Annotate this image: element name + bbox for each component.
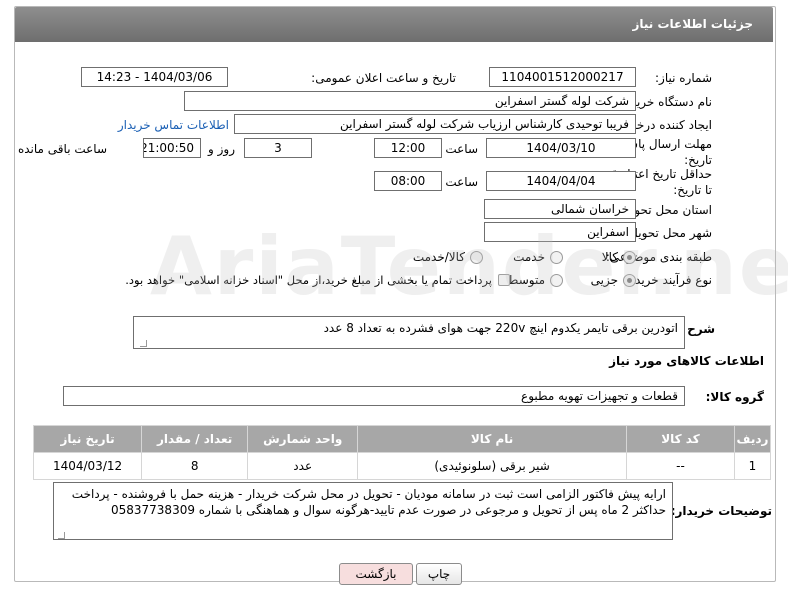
category-label: طبقه بندی موضوعی: [605, 250, 712, 264]
resize-handle-notes[interactable] [58, 532, 65, 539]
city-field: اسفراین [484, 222, 636, 242]
back-button[interactable]: بازگشت [339, 563, 413, 585]
announce-label: تاریخ و ساعت اعلان عمومی: [311, 71, 456, 85]
remaining-time-field: 21:00:50 [143, 138, 201, 158]
need-number-field: 1104001512000217 [489, 67, 636, 87]
goods-group-label: گروه کالا: [705, 390, 764, 404]
items-table: ردیف کد کالا نام کالا واحد شمارش تعداد /… [32, 425, 772, 480]
cell-row-number: 1 [733, 452, 772, 480]
cell-quantity: 8 [141, 452, 249, 480]
col-need-date: تاریخ نیاز [32, 425, 143, 453]
buyer-org-field: شرکت لوله گستر اسفراین [184, 91, 636, 111]
goods-section-title: اطلاعات کالاهای مورد نیاز [609, 354, 764, 368]
buyer-notes-text: ارایه پیش فاکتور الزامی است ثبت در سامان… [71, 487, 666, 517]
category-option-goods-service: کالا/خدمت [412, 250, 465, 264]
validity-time-field: 08:00 [374, 171, 442, 191]
cell-item-code: -- [625, 452, 735, 480]
category-option-goods: کالا [601, 250, 618, 264]
min-validity-label-date: تا تاریخ: [673, 183, 712, 197]
treasury-payment-note: پرداخت تمام یا بخشی از مبلغ خرید،از محل … [125, 273, 492, 287]
panel-header: جزئیات اطلاعات نیاز [15, 7, 773, 42]
treasury-payment-checkbox[interactable] [498, 274, 510, 286]
process-option-minor: جزیی [590, 273, 618, 287]
city-label: شهر محل تحویل: [625, 226, 712, 240]
deadline-label-date: تاریخ: [684, 153, 712, 167]
goods-group-field: قطعات و تجهیزات تهویه مطبوع [63, 386, 685, 406]
process-option-medium: متوسط [507, 273, 545, 287]
province-field: خراسان شمالی [484, 199, 636, 219]
buyer-notes-field: ارایه پیش فاکتور الزامی است ثبت در سامان… [53, 482, 673, 540]
process-radio-minor[interactable] [623, 274, 636, 287]
category-radio-service[interactable] [550, 251, 563, 264]
need-number-label: شماره نیاز: [655, 71, 712, 85]
cell-need-date: 1404/03/12 [32, 452, 143, 480]
remaining-label: ساعت باقی مانده [17, 142, 107, 156]
creator-field: فریبا توحیدی کارشناس ارزیاب شرکت لوله گس… [234, 114, 636, 134]
page-title: جزئیات اطلاعات نیاز [632, 17, 753, 31]
announce-date-field: 1404/03/06 - 14:23 [81, 67, 228, 87]
category-radio-goods-service[interactable] [470, 251, 483, 264]
buyer-notes-label: توضیحات خریدار: [670, 504, 772, 518]
deadline-time-label: ساعت [445, 142, 478, 156]
col-item-code: کد کالا [625, 425, 735, 453]
validity-time-label: ساعت [445, 175, 478, 189]
deadline-date-field: 1404/03/10 [486, 138, 636, 158]
deadline-time-field: 12:00 [374, 138, 442, 158]
col-item-name: نام کالا [357, 425, 627, 453]
col-quantity: تعداد / مقدار [141, 425, 249, 453]
resize-handle-description[interactable] [140, 340, 147, 347]
table-row[interactable]: 1 -- شیر برقی (سلونوئیدی) عدد 8 1404/03/… [32, 452, 772, 480]
description-text: اتودرین برقی تایمر یکدوم اینچ 220v جهت ه… [323, 321, 678, 335]
process-label: نوع فرآیند خرید : [627, 273, 712, 287]
cell-item-name: شیر برقی (سلونوئیدی) [357, 452, 627, 480]
category-option-service: خدمت [513, 250, 545, 264]
days-label: روز و [208, 142, 235, 156]
days-remaining-field: 3 [244, 138, 312, 158]
process-radio-medium[interactable] [550, 274, 563, 287]
col-unit: واحد شمارش [247, 425, 359, 453]
category-radio-goods[interactable] [623, 251, 636, 264]
print-button[interactable]: چاپ [416, 563, 462, 585]
table-header-row: ردیف کد کالا نام کالا واحد شمارش تعداد /… [32, 425, 772, 453]
col-row-number: ردیف [733, 425, 772, 453]
validity-date-field: 1404/04/04 [486, 171, 636, 191]
cell-unit: عدد [247, 452, 359, 480]
buyer-contact-link[interactable]: اطلاعات تماس خریدار [118, 118, 229, 132]
description-field: اتودرین برقی تایمر یکدوم اینچ 220v جهت ه… [133, 316, 685, 349]
